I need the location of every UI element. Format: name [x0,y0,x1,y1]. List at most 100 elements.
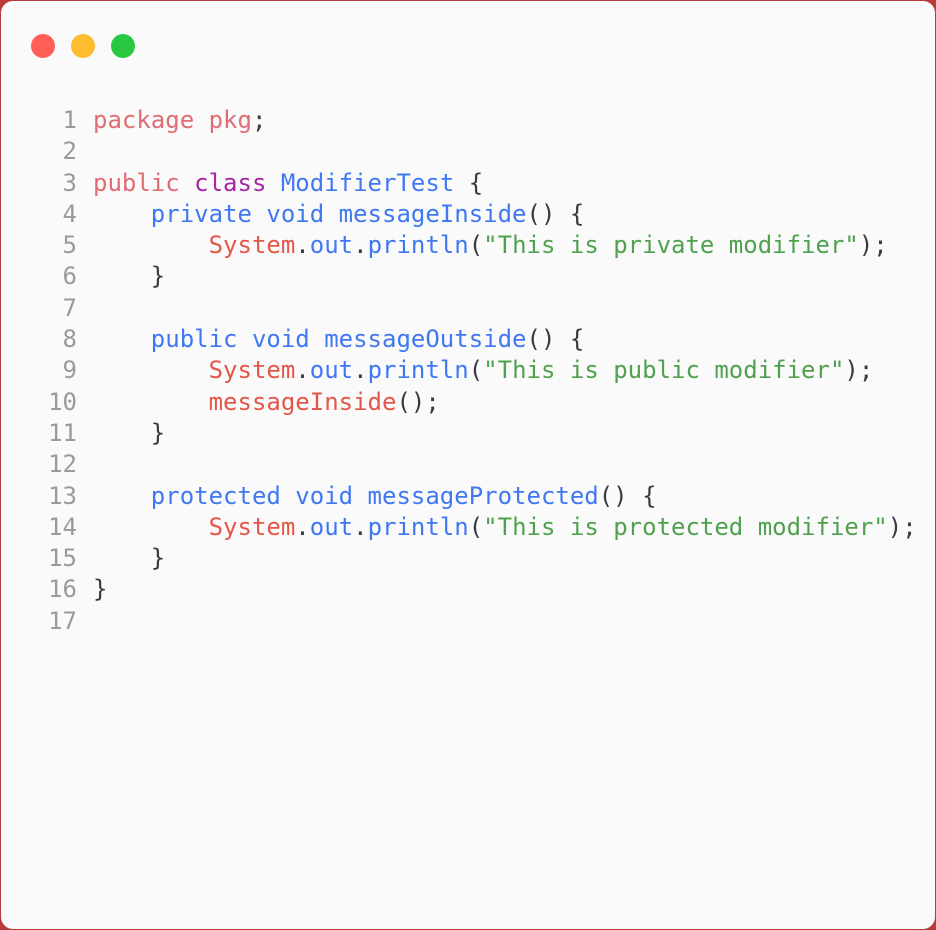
maximize-button[interactable] [111,34,135,58]
code-token: ( [468,512,484,541]
line-number: 6 [62,262,77,291]
code-line[interactable]: 13 protected void messageProtected() { [1,481,935,512]
line-code: public class ModifierTest { [93,168,483,199]
line-number: 7 [62,293,77,322]
line-number: 5 [62,231,77,260]
line-code: System.out.println("This is protected mo… [93,512,917,543]
code-token: messageInside [208,387,397,416]
code-line[interactable]: 17 [1,606,935,637]
code-line[interactable]: 16} [1,574,935,605]
line-number: 15 [48,544,77,573]
code-token: ( [468,356,484,385]
code-line[interactable]: 2 [1,136,935,167]
code-token: ); [887,512,917,541]
code-token: . [295,356,310,385]
code-token: . [353,356,368,385]
code-token: } [93,262,166,291]
line-number: 1 [62,106,77,134]
code-token: "This is public modifier" [483,356,845,385]
code-token: . [353,512,368,541]
code-token: println [367,356,469,385]
code-token: . [295,512,310,541]
code-token: public [150,325,238,354]
code-token: () { [598,481,657,510]
code-line[interactable]: 15 } [1,543,935,574]
code-token: () { [526,199,585,228]
code-token: . [353,231,368,260]
code-token: } [93,544,166,573]
code-token: println [367,512,469,541]
line-number: 4 [62,199,77,228]
code-token: public [93,168,180,197]
code-token: protected [150,481,281,510]
minimize-button[interactable] [71,34,95,58]
code-line[interactable]: 5 System.out.println("This is private mo… [1,230,935,261]
line-number: 11 [48,418,77,447]
code-token: { [454,168,484,197]
line-code: protected void messageProtected() { [93,481,657,512]
code-token: ModifierTest [280,168,455,197]
code-token: void [251,325,310,354]
code-token: ; [251,106,267,134]
line-code: package pkg; [93,105,266,136]
line-number: 8 [62,325,77,354]
code-line[interactable]: 9 System.out.println("This is public mod… [1,355,935,386]
code-line[interactable]: 3 public class ModifierTest { [1,168,935,199]
code-token: . [295,231,310,260]
code-token: "This is private modifier" [483,231,859,260]
line-number: 12 [48,450,77,479]
code-token: () { [526,325,585,354]
line-code: } [93,543,165,574]
line-number: 16 [48,575,77,604]
line-number: 10 [48,387,77,416]
code-line[interactable]: 1 package pkg; [1,105,935,136]
code-line[interactable]: 6 } [1,261,935,292]
line-code: public void messageOutside() { [93,324,585,355]
code-token: messageOutside [324,325,527,354]
line-number: 9 [62,356,77,385]
line-number: 3 [62,168,77,197]
code-editor[interactable]: 1 package pkg; 2 3 public class ModifierTest… [1,105,935,637]
code-line[interactable]: 7 [1,293,935,324]
code-line[interactable]: 4 private void messageInside() { [1,199,935,230]
line-number: 13 [48,481,77,510]
code-token: void [266,199,325,228]
code-token: ); [858,231,888,260]
code-token: out [309,512,354,541]
code-token: class [194,168,267,197]
line-code: private void messageInside() { [93,199,585,230]
code-token: } [93,575,108,604]
line-number: 17 [48,606,77,635]
code-token: ); [844,356,874,385]
code-token: } [93,418,166,447]
code-line[interactable]: 10 messageInside(); [1,387,935,418]
code-line[interactable]: 11 } [1,418,935,449]
code-token: pkg [208,106,252,134]
line-code: } [93,261,165,292]
line-code: System.out.println("This is public modif… [93,355,874,386]
code-line[interactable]: 14 System.out.println("This is protected… [1,512,935,543]
code-line[interactable]: 12 [1,449,935,480]
close-button[interactable] [31,34,55,58]
code-token: "This is protected modifier" [483,512,888,541]
code-token: package [93,106,195,134]
line-code: System.out.println("This is private modi… [93,230,888,261]
code-token: System [208,231,296,260]
code-token: out [309,356,354,385]
code-line[interactable]: 8 public void messageOutside() { [1,324,935,355]
line-number: 2 [62,137,77,166]
code-token: System [208,512,296,541]
line-number: 14 [48,512,77,541]
code-token: out [309,231,354,260]
line-code: messageInside(); [93,387,440,418]
